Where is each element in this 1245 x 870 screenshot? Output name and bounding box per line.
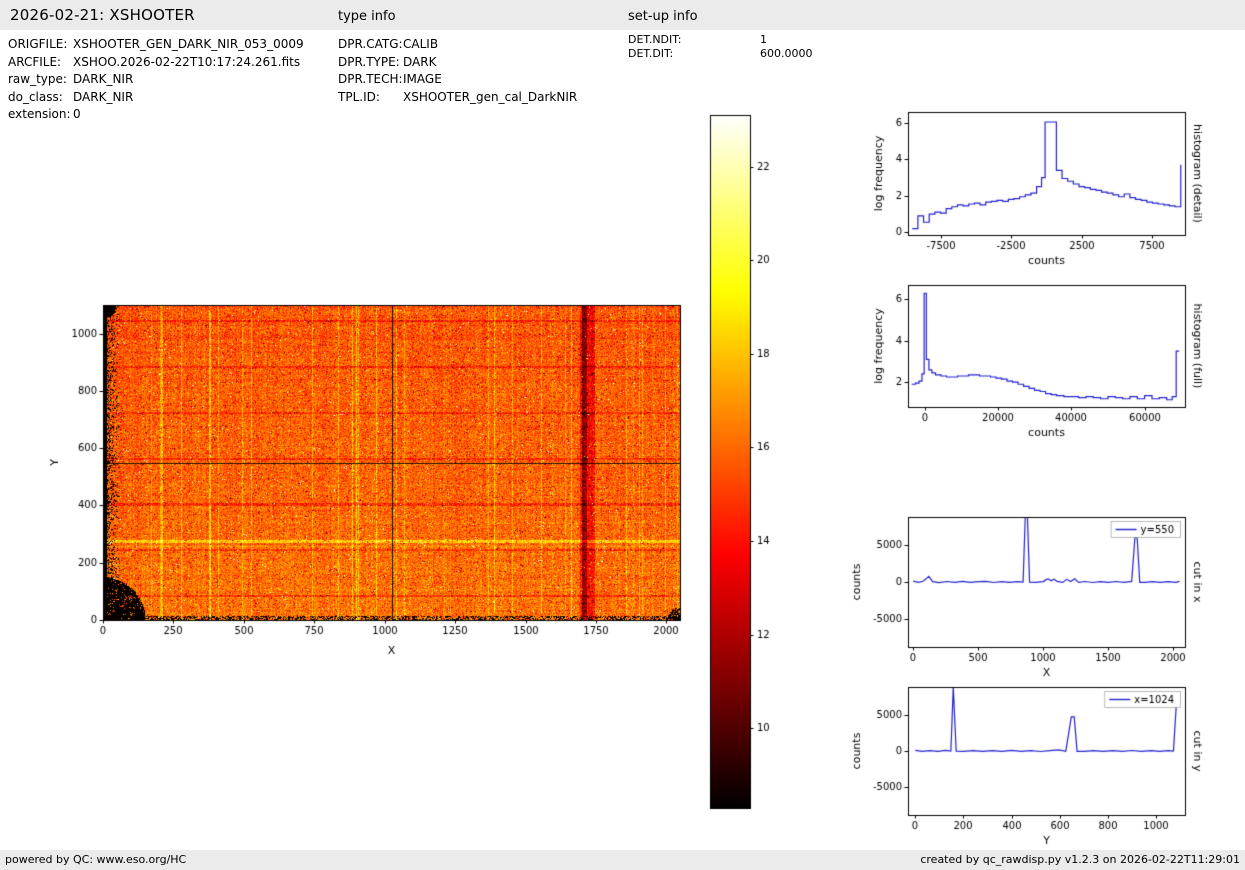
histogram-full-canvas bbox=[850, 272, 1215, 444]
meta-key: TPL.ID: bbox=[338, 89, 380, 104]
footer-created-by: created by qc_rawdisp.py v1.2.3 on 2026-… bbox=[920, 853, 1240, 866]
footer-powered-by: powered by QC: www.eso.org/HC bbox=[5, 853, 187, 866]
page-title: 2026-02-21: XSHOOTER bbox=[10, 6, 195, 24]
meta-value: DARK bbox=[403, 54, 437, 69]
colorbar-canvas bbox=[700, 110, 800, 825]
meta-value: DARK_NIR bbox=[73, 72, 134, 86]
meta-value: 600.0000 bbox=[760, 46, 813, 60]
meta-key: DET.DIT: bbox=[628, 46, 674, 60]
meta-key: DPR.TYPE: bbox=[338, 54, 400, 69]
meta-value: 1 bbox=[760, 33, 767, 46]
meta-row: DET.DIT: 600.0000 bbox=[628, 47, 813, 61]
meta-key: do_class: bbox=[8, 89, 63, 104]
meta-key: ORIGFILE: bbox=[8, 37, 68, 51]
meta-value: CALIB bbox=[403, 37, 439, 51]
footer-bar: powered by QC: www.eso.org/HC created by… bbox=[0, 850, 1245, 870]
cut-in-x-canvas bbox=[850, 505, 1215, 677]
meta-value: XSHOO.2026-02-22T10:17:24.261.fits bbox=[73, 54, 301, 69]
setup-info-block: DET.NDIT: 1 DET.DIT: 600.0000 bbox=[628, 33, 813, 60]
meta-row: DET.NDIT: 1 bbox=[628, 33, 813, 47]
setup-info-heading: set-up info bbox=[628, 9, 698, 24]
qc-report-page: 2026-02-21: XSHOOTER type info set-up in… bbox=[0, 0, 1245, 870]
meta-value: 0 bbox=[73, 107, 81, 121]
cut-in-y-canvas bbox=[850, 675, 1215, 850]
meta-value: XSHOOTER_gen_cal_DarkNIR bbox=[403, 89, 578, 104]
file-info-block: ORIGFILE: XSHOOTER_GEN_DARK_NIR_053_0009 … bbox=[8, 36, 304, 124]
meta-row: do_class: DARK_NIR bbox=[8, 89, 304, 107]
meta-row: TPL.ID: XSHOOTER_gen_cal_DarkNIR bbox=[338, 89, 577, 107]
meta-row: ARCFILE: XSHOO.2026-02-22T10:17:24.261.fi… bbox=[8, 54, 304, 72]
meta-value: XSHOOTER_GEN_DARK_NIR_053_0009 bbox=[73, 37, 304, 51]
meta-row: DPR.TECH:IMAGE bbox=[338, 71, 577, 89]
meta-row: raw_type: DARK_NIR bbox=[8, 71, 304, 89]
detector-image-canvas bbox=[40, 296, 700, 668]
meta-value: IMAGE bbox=[403, 72, 442, 86]
histogram-detail-canvas bbox=[850, 98, 1215, 273]
meta-row: DPR.TYPE: DARK bbox=[338, 54, 577, 72]
meta-key: ARCFILE: bbox=[8, 54, 62, 69]
header-bar: 2026-02-21: XSHOOTER type info set-up in… bbox=[0, 0, 1245, 30]
meta-row: DPR.CATG:CALIB bbox=[338, 36, 577, 54]
meta-key: raw_type: bbox=[8, 72, 67, 86]
meta-key: DPR.TECH: bbox=[338, 72, 403, 86]
type-info-heading: type info bbox=[338, 9, 396, 24]
type-info-block: DPR.CATG:CALIB DPR.TYPE: DARK DPR.TECH:IM… bbox=[338, 36, 577, 106]
meta-row: extension: 0 bbox=[8, 106, 304, 124]
meta-value: DARK_NIR bbox=[73, 89, 134, 104]
meta-row: ORIGFILE: XSHOOTER_GEN_DARK_NIR_053_0009 bbox=[8, 36, 304, 54]
meta-key: extension: bbox=[8, 107, 71, 121]
meta-key: DET.NDIT: bbox=[628, 33, 682, 46]
meta-key: DPR.CATG: bbox=[338, 37, 403, 51]
